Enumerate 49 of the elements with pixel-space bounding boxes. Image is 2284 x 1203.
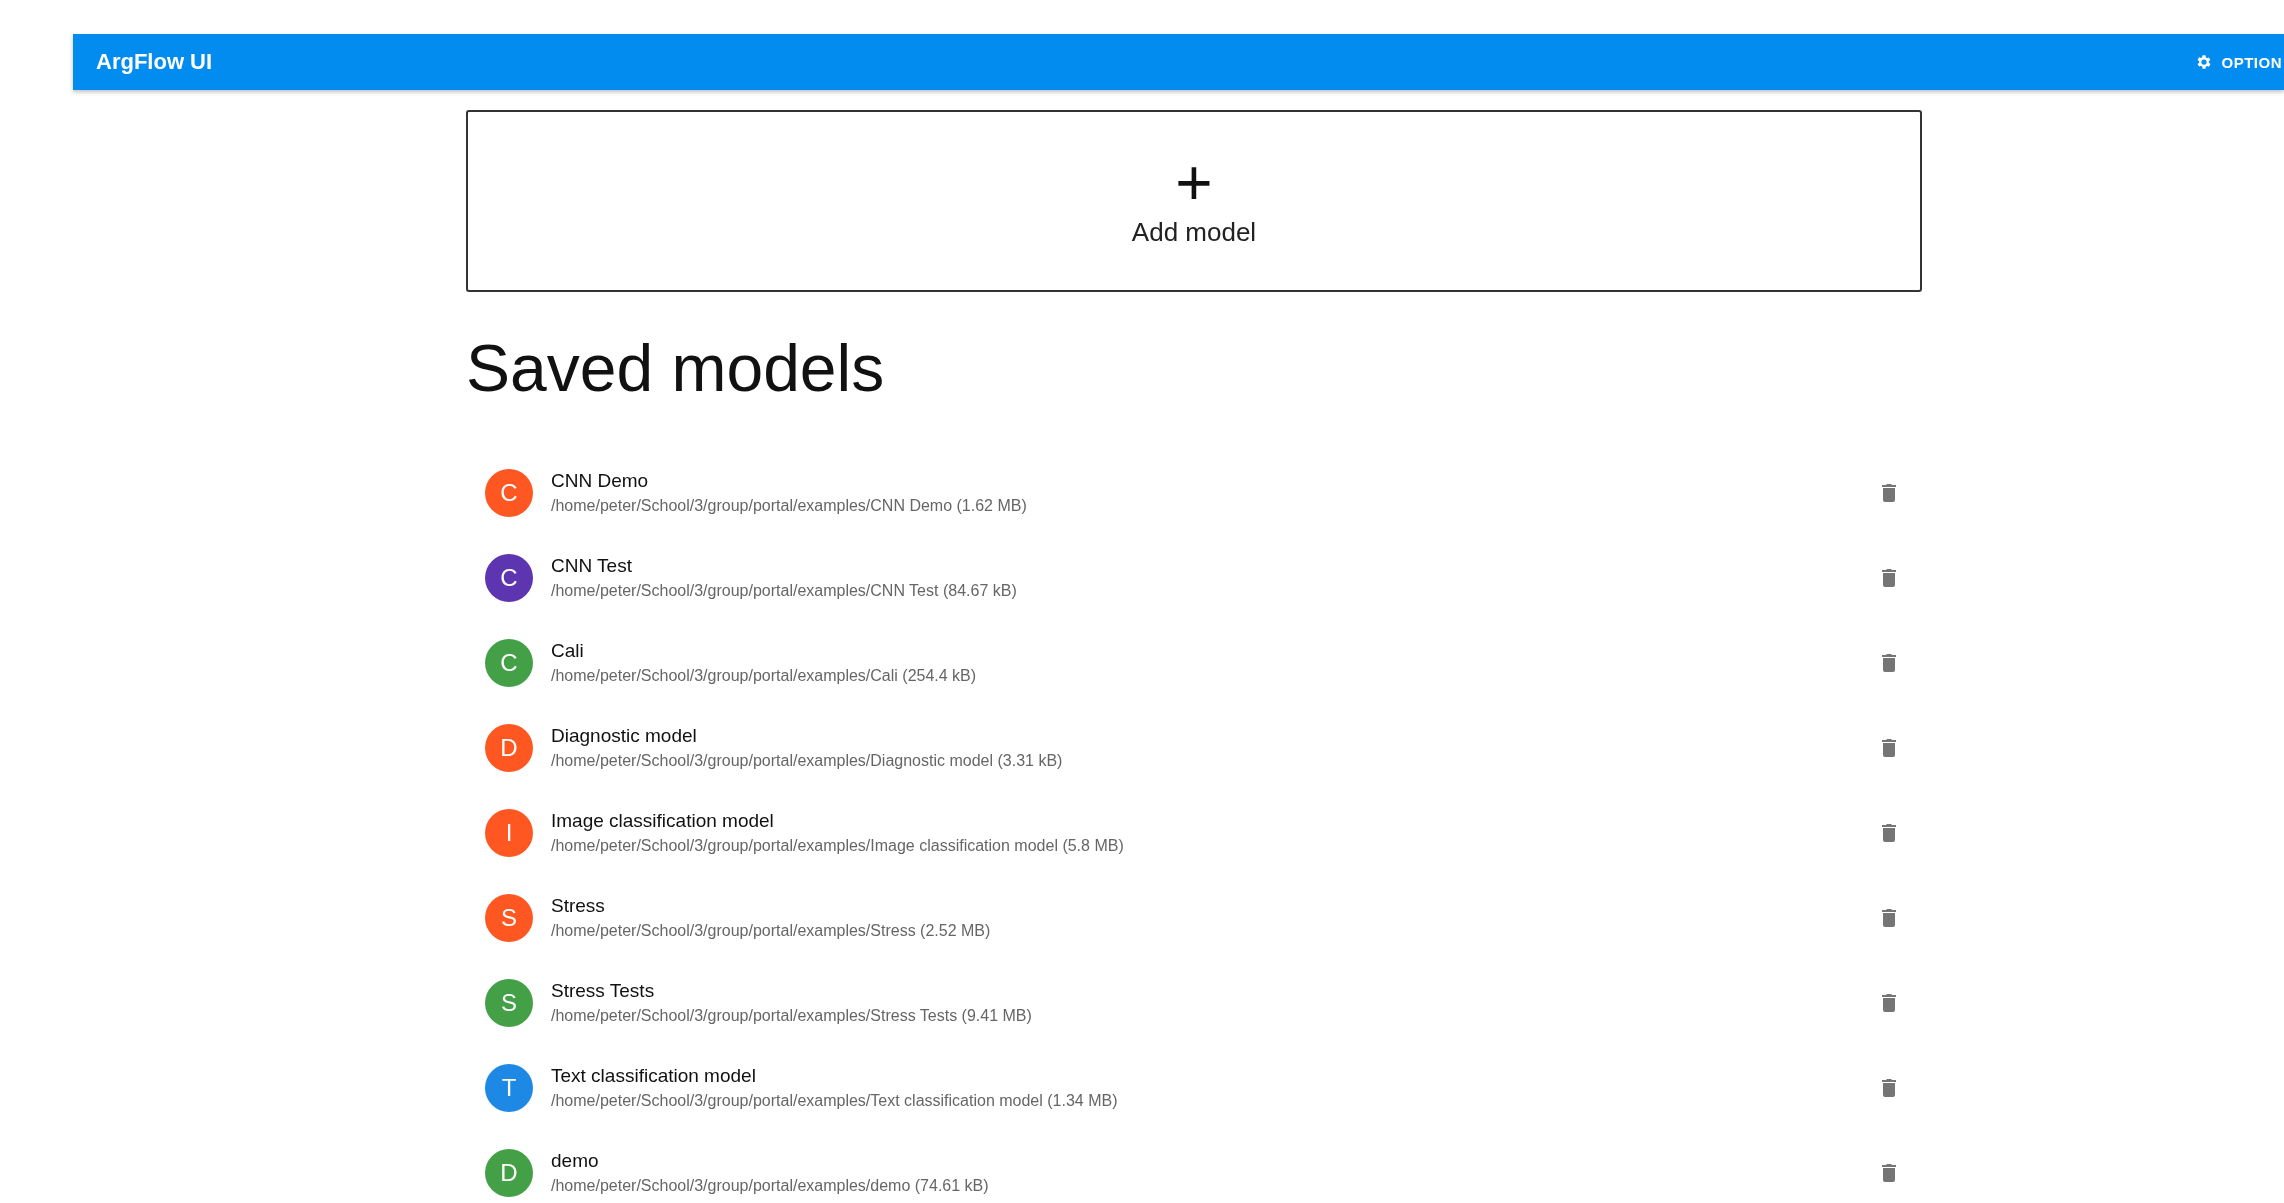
model-path: /home/peter/School/3/group/portal/examples/CNN Demo (1.62 MB)	[551, 497, 1028, 515]
model-name: Cali	[551, 640, 585, 662]
model-list-item[interactable]: D Diagnostic model /home/peter/School/3/group/portal/examples/Diagnostic model (3.31 kB)	[466, 705, 1922, 790]
delete-icon[interactable]	[1882, 483, 1896, 502]
avatar: D	[485, 723, 533, 772]
model-name: Image classification model	[551, 810, 775, 832]
model-name: CNN Demo	[551, 470, 650, 492]
delete-icon[interactable]	[1882, 1163, 1896, 1182]
model-list-item[interactable]: S Stress /home/peter/School/3/group/portal/examples/Stress (2.52 MB)	[466, 875, 1922, 960]
model-name: demo	[551, 1150, 600, 1172]
options-button[interactable]: OPTION	[2195, 53, 2284, 71]
model-list-item[interactable]: S Stress Tests /home/peter/School/3/group/portal/examples/Stress Tests (9.41 MB)	[466, 960, 1922, 1045]
model-path: /home/peter/School/3/group/portal/examples/Cali (254.4 kB)	[551, 667, 978, 685]
avatar: C	[485, 638, 533, 687]
model-list-item[interactable]: T Text classification model /home/peter/School/3/group/portal/examples/Text classification model (1.34 MB)	[466, 1045, 1922, 1130]
model-path: /home/peter/School/3/group/portal/examples/Image classification model (5.8 MB)	[551, 837, 1125, 855]
model-list-item[interactable]: C Cali /home/peter/School/3/group/portal/examples/Cali (254.4 kB)	[466, 620, 1922, 705]
model-list-item[interactable]: D demo /home/peter/School/3/group/portal/examples/demo (74.61 kB)	[466, 1130, 1922, 1203]
delete-icon[interactable]	[1882, 823, 1896, 842]
section-heading: Saved models	[466, 330, 886, 406]
model-path: /home/peter/School/3/group/portal/examples/Text classification model (1.34 MB)	[551, 1092, 1119, 1110]
model-name: Diagnostic model	[551, 725, 698, 747]
avatar: D	[485, 1148, 533, 1197]
avatar: S	[485, 978, 533, 1027]
model-path: /home/peter/School/3/group/portal/examples/Diagnostic model (3.31 kB)	[551, 752, 1064, 770]
model-path: /home/peter/School/3/group/portal/examples/Stress Tests (9.41 MB)	[551, 1007, 1033, 1025]
model-name: Stress Tests	[551, 980, 656, 1002]
avatar: I	[485, 808, 533, 857]
app-title: ArgFlow UI	[96, 49, 213, 75]
avatar: C	[485, 553, 533, 602]
delete-icon[interactable]	[1882, 993, 1896, 1012]
model-path: /home/peter/School/3/group/portal/examples/demo (74.61 kB)	[551, 1177, 990, 1195]
model-list-item[interactable]: C CNN Demo /home/peter/School/3/group/portal/examples/CNN Demo (1.62 MB)	[466, 450, 1922, 535]
delete-icon[interactable]	[1882, 653, 1896, 672]
avatar: S	[485, 893, 533, 942]
model-list-item[interactable]: I Image classification model /home/peter/School/3/group/portal/examples/Image classification model (5.8 MB)	[466, 790, 1922, 875]
model-name: Stress	[551, 895, 606, 917]
delete-icon[interactable]	[1882, 568, 1896, 587]
add-model-button[interactable]: + Add model	[466, 110, 1922, 292]
avatar: T	[485, 1063, 533, 1112]
model-path: /home/peter/School/3/group/portal/examples/Stress (2.52 MB)	[551, 922, 992, 940]
delete-icon[interactable]	[1882, 908, 1896, 927]
model-path: /home/peter/School/3/group/portal/examples/CNN Test (84.67 kB)	[551, 582, 1018, 600]
model-name: Text classification model	[551, 1065, 757, 1087]
model-list-item[interactable]: C CNN Test /home/peter/School/3/group/portal/examples/CNN Test (84.67 kB)	[466, 535, 1922, 620]
avatar: C	[485, 468, 533, 517]
model-name: CNN Test	[551, 555, 633, 577]
delete-icon[interactable]	[1882, 1078, 1896, 1097]
delete-icon[interactable]	[1882, 738, 1896, 757]
